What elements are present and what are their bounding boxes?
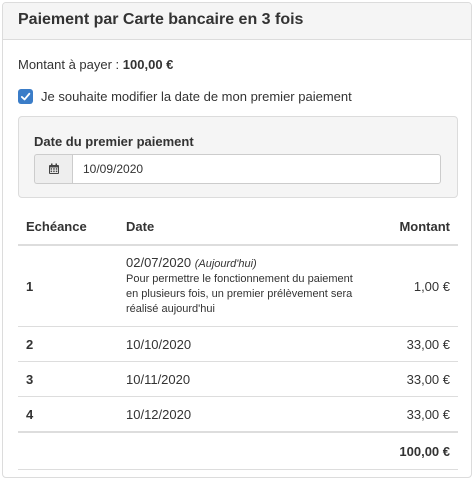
total-empty-cell <box>118 431 372 470</box>
amount-label: Montant à payer : <box>18 57 120 72</box>
table-row: 2 10/10/2020 33,00 € <box>18 326 458 362</box>
checkmark-icon <box>20 92 31 101</box>
first-payment-label: Date du premier paiement <box>34 134 194 149</box>
total-amount: 100,00 € <box>372 431 458 470</box>
calendar-icon <box>48 163 59 174</box>
calendar-addon[interactable] <box>34 154 72 184</box>
row-date: 10/11/2020 <box>118 361 372 397</box>
row-amount: 33,00 € <box>372 396 458 433</box>
row-number: 1 <box>18 245 118 327</box>
first-payment-date-input[interactable] <box>72 154 441 184</box>
header-date: Date <box>118 208 372 246</box>
row-date: 10/12/2020 <box>118 396 372 433</box>
payment-panel: Paiement par Carte bancaire en 3 fois Mo… <box>2 2 472 478</box>
payment-schedule-table: Echéance Date Montant 1 02/07/2020 (Aujo… <box>18 208 458 470</box>
row-number: 3 <box>18 361 118 397</box>
first-payment-box: Date du premier paiement <box>18 116 458 198</box>
row-date: 10/10/2020 <box>118 326 372 362</box>
table-total-row: 100,00 € <box>18 431 458 470</box>
first-payment-date-group <box>34 154 441 184</box>
row-amount: 1,00 € <box>372 245 458 327</box>
row-date: 02/07/2020 <box>126 255 192 270</box>
row-date-cell: 02/07/2020 (Aujourd'hui) Pour permettre … <box>118 245 372 327</box>
table-row: 1 02/07/2020 (Aujourd'hui) Pour permettr… <box>18 245 458 327</box>
amount-to-pay: Montant à payer : 100,00 € <box>18 57 173 72</box>
modify-date-option[interactable]: Je souhaite modifier la date de mon prem… <box>18 89 352 104</box>
table-row: 4 10/12/2020 33,00 € <box>18 396 458 433</box>
table-row: 3 10/11/2020 33,00 € <box>18 361 458 397</box>
first-payment-note: Pour permettre le fonctionnement du paie… <box>126 273 353 315</box>
amount-value: 100,00 € <box>122 57 174 72</box>
modify-date-label[interactable]: Je souhaite modifier la date de mon prem… <box>41 89 352 104</box>
header-amount: Montant <box>372 208 458 246</box>
row-amount: 33,00 € <box>372 326 458 362</box>
row-number: 2 <box>18 326 118 362</box>
panel-title: Paiement par Carte bancaire en 3 fois <box>3 3 471 40</box>
total-empty-cell <box>18 431 118 470</box>
table-header-row: Echéance Date Montant <box>18 208 458 246</box>
row-amount: 33,00 € <box>372 361 458 397</box>
today-badge: (Aujourd'hui) <box>194 258 257 270</box>
header-due: Echéance <box>18 208 118 246</box>
row-number: 4 <box>18 396 118 433</box>
modify-date-checkbox[interactable] <box>18 89 33 104</box>
